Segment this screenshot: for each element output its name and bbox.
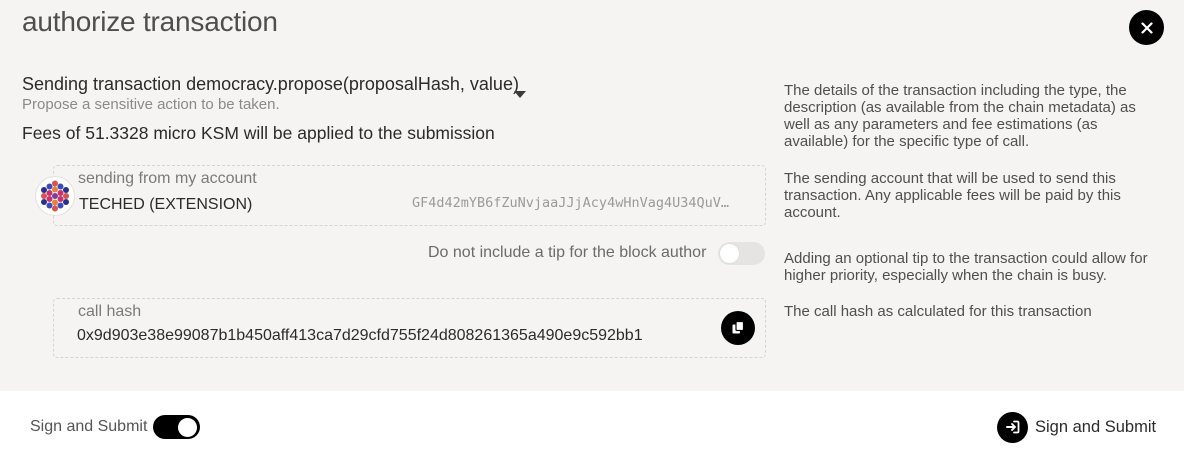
authorize-dialog: authorize transaction Sending transactio…: [0, 0, 1184, 391]
fee-estimate: Fees of 51.3328 micro KSM will be applie…: [22, 123, 495, 143]
sign-and-submit-label: Sign and Submit: [1035, 417, 1157, 436]
account-name: TECHED (EXTENSION): [79, 196, 253, 213]
transaction-description: Propose a sensitive action to be taken.: [22, 96, 280, 113]
dialog-title: authorize transaction: [22, 6, 278, 37]
account-address: GF4d42mYB6fZuNvjaaJJjAcy4wHnVag4U34QuVBg…: [412, 195, 732, 211]
sending-account-label: sending from my account: [78, 170, 257, 187]
tip-toggle-label: Do not include a tip for the block autho…: [428, 244, 707, 261]
call-hash-value: 0x9d903e38e99087b1b450aff413ca7d29cfd755…: [77, 327, 643, 344]
copy-hash-button[interactable]: [721, 311, 755, 345]
sign-in-icon: [997, 411, 1028, 443]
help-tip: Adding an optional tip to the transactio…: [784, 250, 1148, 284]
help-transaction-details: The details of the transaction including…: [784, 82, 1136, 150]
copy-icon: [732, 320, 745, 334]
tip-toggle-knob: [720, 244, 739, 263]
sign-toggle-knob: [178, 417, 197, 437]
sign-toggle[interactable]: [153, 415, 200, 439]
help-call-hash: The call hash as calculated for this tra…: [784, 303, 1092, 320]
close-button[interactable]: [1129, 10, 1164, 45]
expand-details-caret-icon[interactable]: [514, 91, 526, 98]
close-icon: [1140, 21, 1153, 34]
transaction-summary: Sending transaction democracy.propose(pr…: [22, 74, 519, 94]
sign-and-submit-button[interactable]: Sign and Submit: [997, 411, 1156, 443]
account-avatar-icon: [35, 176, 75, 216]
call-hash-label: call hash: [78, 303, 142, 320]
sign-toggle-label: Sign and Submit: [30, 418, 148, 435]
help-sending-account: The sending account that will be used to…: [784, 170, 1121, 221]
tip-toggle[interactable]: [718, 242, 765, 265]
